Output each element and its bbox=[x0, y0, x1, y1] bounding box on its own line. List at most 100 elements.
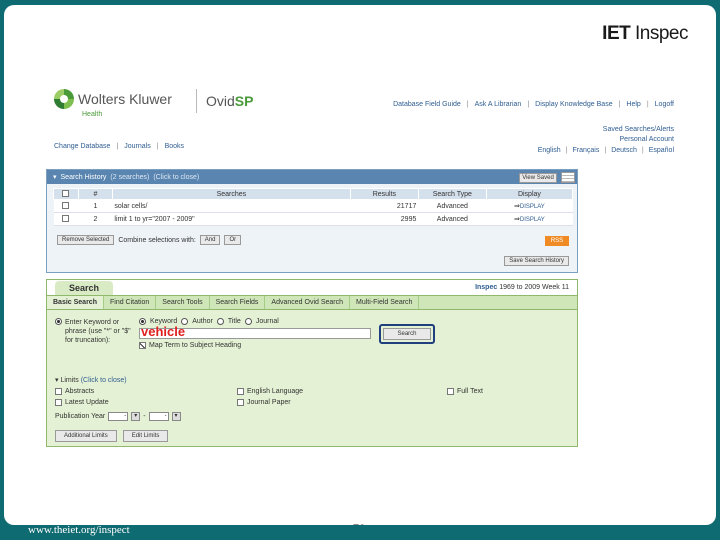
row-select bbox=[53, 199, 79, 213]
slide: IET Inspec Wolters Kluwer Health OvidSP … bbox=[4, 5, 716, 525]
limits-hint: (Click to close) bbox=[80, 377, 127, 384]
col-number[interactable]: # bbox=[77, 188, 113, 200]
display-link[interactable]: DISPLAY bbox=[520, 204, 545, 210]
limit-label: English Language bbox=[247, 388, 304, 395]
inspec-brand: Inspec bbox=[635, 23, 688, 44]
triangle-down-icon: ▾ bbox=[55, 377, 59, 384]
lang-francais[interactable]: Français bbox=[573, 147, 600, 154]
row-checkbox[interactable] bbox=[62, 202, 70, 210]
limit-checkbox[interactable] bbox=[55, 399, 62, 406]
row-results: 21717 bbox=[350, 199, 419, 213]
search-form: Enter Keyword or phrase (use "*" or "$" … bbox=[47, 310, 577, 358]
journal-radio[interactable] bbox=[244, 318, 252, 325]
display-link[interactable]: DISPLAY bbox=[520, 217, 545, 223]
limit-checkbox[interactable] bbox=[447, 388, 454, 395]
pub-year-start-select[interactable]: - bbox=[108, 412, 129, 421]
combine-or-button[interactable]: Or bbox=[224, 235, 242, 245]
history-table: # Searches Results Search Type Display 1… bbox=[53, 188, 574, 226]
row-results: 2995 bbox=[350, 212, 419, 226]
tab-search-tools[interactable]: Search Tools bbox=[156, 296, 210, 309]
separator: | bbox=[156, 143, 159, 150]
separator: | bbox=[646, 101, 649, 108]
lang-espanol[interactable]: Español bbox=[649, 147, 674, 154]
map-term-checkbox[interactable] bbox=[139, 342, 146, 349]
journals-link[interactable]: Journals bbox=[124, 143, 150, 150]
col-searches: Searches bbox=[111, 188, 351, 200]
page-number: 70 bbox=[349, 523, 370, 525]
top-link-ask-librarian[interactable]: Ask A Librarian bbox=[475, 101, 522, 108]
search-option-label: Enter Keyword or phrase (use "*" or "$" … bbox=[65, 319, 131, 344]
table-view-icon[interactable] bbox=[561, 172, 575, 183]
view-saved-button[interactable]: View Saved bbox=[519, 173, 557, 183]
top-link-knowledge-base[interactable]: Display Knowledge Base bbox=[535, 101, 612, 108]
table-row: 2 limit 1 to yr="2007 - 2009" 2995 Advan… bbox=[53, 212, 573, 226]
database-name: Inspec bbox=[475, 284, 498, 291]
limits-bar[interactable]: ▾ Limits (Click to close) bbox=[47, 376, 577, 386]
row-checkbox[interactable] bbox=[62, 215, 70, 223]
search-button[interactable]: Search bbox=[383, 328, 431, 340]
limit-english: English Language bbox=[237, 388, 303, 395]
iet-brand: IET bbox=[602, 23, 631, 44]
separator: | bbox=[466, 101, 469, 108]
row-number: 1 bbox=[78, 199, 113, 213]
limit-abstracts: Abstracts bbox=[55, 388, 94, 395]
ovid-screenshot: Wolters Kluwer Health OvidSP Database Fi… bbox=[44, 83, 684, 493]
remove-selected-button[interactable]: Remove Selected bbox=[57, 235, 115, 245]
lang-english[interactable]: English bbox=[538, 147, 561, 154]
tab-search-fields[interactable]: Search Fields bbox=[210, 296, 266, 309]
edit-limits-button[interactable]: Edit Limits bbox=[122, 430, 169, 442]
saved-searches-link[interactable]: Saved Searches/Alerts bbox=[603, 125, 674, 135]
ovid-prefix: Ovid bbox=[206, 93, 235, 109]
limits-title: Limits bbox=[60, 377, 79, 384]
wk-health-label: Health bbox=[82, 111, 103, 118]
keyword-mode-radio[interactable] bbox=[55, 318, 62, 325]
col-results: Results bbox=[349, 188, 419, 200]
separator: | bbox=[565, 147, 568, 154]
top-link-help[interactable]: Help bbox=[626, 101, 640, 108]
wk-logo-text: Wolters Kluwer bbox=[78, 91, 172, 107]
separator: | bbox=[604, 147, 607, 154]
limit-checkbox[interactable] bbox=[237, 399, 244, 406]
books-link[interactable]: Books bbox=[165, 143, 184, 150]
pub-year-end-select[interactable]: - bbox=[148, 412, 169, 421]
tab-find-citation[interactable]: Find Citation bbox=[104, 296, 157, 309]
history-hint: (Click to close) bbox=[153, 173, 200, 181]
language-selector: English | Français | Deutsch | Español bbox=[538, 147, 674, 154]
tab-multi-field[interactable]: Multi-Field Search bbox=[350, 296, 420, 309]
logo-divider bbox=[196, 89, 197, 113]
row-search: solar cells/ bbox=[112, 199, 351, 213]
tab-advanced-ovid[interactable]: Advanced Ovid Search bbox=[265, 296, 351, 309]
limit-checkbox[interactable] bbox=[55, 388, 62, 395]
pub-year-label: Publication Year bbox=[55, 413, 106, 420]
history-controls: Remove Selected Combine selections with:… bbox=[57, 235, 242, 245]
limit-label: Journal Paper bbox=[247, 399, 291, 406]
history-title: Search History bbox=[60, 173, 107, 181]
search-history-bar[interactable]: ▾ Search History (2 searches) (Click to … bbox=[47, 170, 577, 184]
search-mode-tabs: Basic Search Find Citation Search Tools … bbox=[47, 296, 577, 310]
journal-label: Journal bbox=[255, 318, 279, 325]
title-radio[interactable] bbox=[216, 318, 224, 325]
save-search-history-button[interactable]: Save Search History bbox=[504, 256, 569, 266]
personal-account-link[interactable]: Personal Account bbox=[603, 135, 674, 145]
lang-deutsch[interactable]: Deutsch bbox=[611, 147, 637, 154]
row-type: Advanced bbox=[418, 199, 487, 213]
tab-basic-search[interactable]: Basic Search bbox=[47, 296, 104, 309]
limit-label: Full Text bbox=[457, 388, 483, 395]
footer-url: www.theiet.org/inspect bbox=[28, 524, 130, 536]
rss-icon[interactable]: RSS bbox=[545, 236, 569, 246]
row-search: limit 1 to yr="2007 - 2009" bbox=[112, 212, 351, 226]
combine-and-button[interactable]: And bbox=[199, 235, 221, 245]
top-link-logoff[interactable]: Logoff bbox=[655, 101, 674, 108]
change-database-link[interactable]: Change Database bbox=[54, 143, 110, 150]
additional-limits-button[interactable]: Additional Limits bbox=[55, 430, 117, 442]
top-link-field-guide[interactable]: Database Field Guide bbox=[393, 101, 461, 108]
separator: | bbox=[618, 101, 621, 108]
iet-inspec-logo: IET Inspec bbox=[602, 23, 688, 45]
row-type: Advanced bbox=[418, 212, 487, 226]
separator: | bbox=[527, 101, 530, 108]
chevron-down-icon[interactable]: ▾ bbox=[171, 412, 181, 421]
select-all-checkbox[interactable] bbox=[62, 190, 70, 198]
database-label: Inspec 1969 to 2009 Week 11 bbox=[475, 284, 569, 291]
limit-checkbox[interactable] bbox=[237, 388, 244, 395]
chevron-down-icon[interactable]: ▾ bbox=[131, 412, 141, 421]
